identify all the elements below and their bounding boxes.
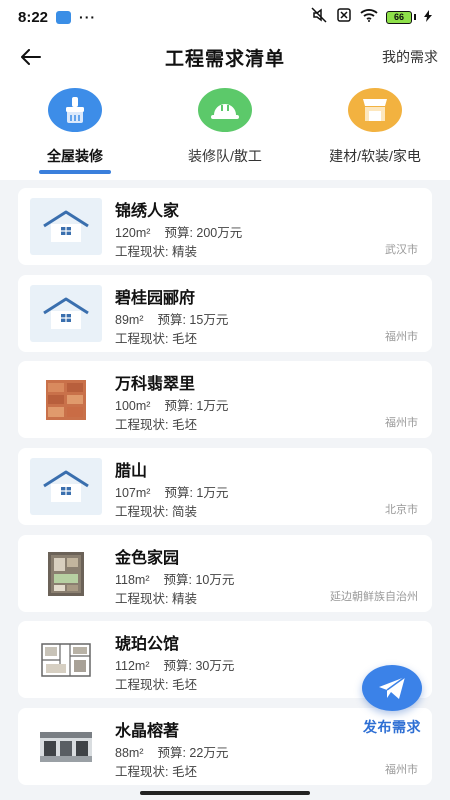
wifi-icon [360,8,378,26]
house-icon [30,285,102,342]
arrow-left-icon [21,49,41,65]
floorplan-3d-photo [30,545,102,602]
project-budget: 预算: 30万元 [163,659,235,673]
publish-demand-button[interactable]: 发布需求 [358,665,426,737]
demand-card[interactable]: 金色家园 118m² 预算: 10万元 工程现状: 精装 延边朝鲜族自治州 [18,535,432,612]
mute-icon [310,7,328,27]
project-area: 118m² [115,573,150,587]
battery-icon: 66 [386,10,416,24]
project-name: 万科翡翠里 [115,376,196,393]
project-status: 工程现状: 毛坯 [115,765,197,779]
house-icon [30,198,102,255]
helmet-icon [198,88,252,132]
project-status: 工程现状: 精装 [115,245,197,259]
house-icon [30,458,102,515]
project-status: 工程现状: 毛坯 [115,418,197,432]
demand-card[interactable]: 腊山 107m² 预算: 1万元 工程现状: 简装 北京市 [18,448,432,525]
project-meta: 89m² 预算: 15万元 [115,309,228,328]
project-city: 福州市 [385,331,418,343]
project-meta: 88m² 预算: 22万元 [115,742,228,761]
publish-demand-label: 发布需求 [363,719,421,735]
more-notifications-icon: ··· [79,9,97,25]
demand-card[interactable]: 万科翡翠里 100m² 预算: 1万元 工程现状: 毛坯 福州市 [18,361,432,438]
project-name: 金色家园 [115,550,180,567]
tab-label: 装修队/散工 [188,148,262,164]
tab-label: 建材/软装/家电 [329,148,421,164]
project-area: 88m² [115,746,144,760]
charging-icon [424,9,432,26]
app-notification-icon [56,10,72,24]
project-status: 工程现状: 精装 [115,592,197,606]
project-city: 武汉市 [385,244,418,256]
home-indicator[interactable] [140,791,310,795]
project-meta: 120m² 预算: 200万元 [115,222,242,241]
project-budget: 预算: 1万元 [164,486,229,500]
no-sim-icon [336,7,352,27]
project-name: 琥珀公馆 [115,636,180,653]
battery-level: 66 [386,10,412,24]
project-status: 工程现状: 毛坯 [115,678,197,692]
paper-plane-icon [362,665,422,711]
project-budget: 预算: 200万元 [164,226,243,240]
project-budget: 预算: 1万元 [164,399,229,413]
tab-renovation-team[interactable]: 装修队/散工 [150,88,300,174]
tab-building-materials[interactable]: 建材/软装/家电 [300,88,450,174]
app-header: 工程需求清单 我的需求 [0,34,450,80]
project-name: 水晶榕著 [115,723,180,740]
project-name: 锦绣人家 [115,203,180,220]
active-tab-indicator [39,170,111,174]
store-icon [348,88,402,132]
project-meta: 100m² 预算: 1万元 [115,395,228,414]
bricks-photo [30,371,102,428]
project-budget: 预算: 22万元 [157,746,229,760]
project-city: 延边朝鲜族自治州 [330,591,418,603]
project-meta: 107m² 预算: 1万元 [115,482,228,501]
tab-label: 全屋装修 [47,148,103,164]
project-name: 腊山 [115,463,148,480]
project-status: 工程现状: 毛坯 [115,332,197,346]
project-area: 89m² [115,313,144,327]
project-meta: 118m² 预算: 10万元 [115,569,234,588]
brush-icon [48,88,102,132]
demand-card[interactable]: 锦绣人家 120m² 预算: 200万元 工程现状: 精装 武汉市 [18,188,432,265]
project-city: 福州市 [385,764,418,776]
project-budget: 预算: 10万元 [163,573,235,587]
back-button[interactable] [18,44,44,70]
tab-whole-house-renovation[interactable]: 全屋装修 [0,88,150,174]
project-budget: 预算: 15万元 [157,313,229,327]
project-status: 工程现状: 简装 [115,505,197,519]
project-name: 碧桂园郦府 [115,290,196,307]
status-time: 8:22 [18,8,49,26]
project-meta: 112m² 预算: 30万元 [115,655,234,674]
project-area: 112m² [115,659,150,673]
project-city: 福州市 [385,417,418,429]
category-tabs: 全屋装修 装修队/散工 建材/软装/家电 [0,88,450,174]
interior-photo [30,718,102,775]
project-city: 北京市 [385,504,418,516]
my-demand-link[interactable]: 我的需求 [382,47,438,67]
status-bar: 8:22 ··· 66 [0,0,450,34]
project-area: 100m² [115,399,151,413]
demand-card[interactable]: 碧桂园郦府 89m² 预算: 15万元 工程现状: 毛坯 福州市 [18,275,432,352]
floorplan-photo [30,631,102,688]
project-area: 120m² [115,226,151,240]
project-area: 107m² [115,486,151,500]
